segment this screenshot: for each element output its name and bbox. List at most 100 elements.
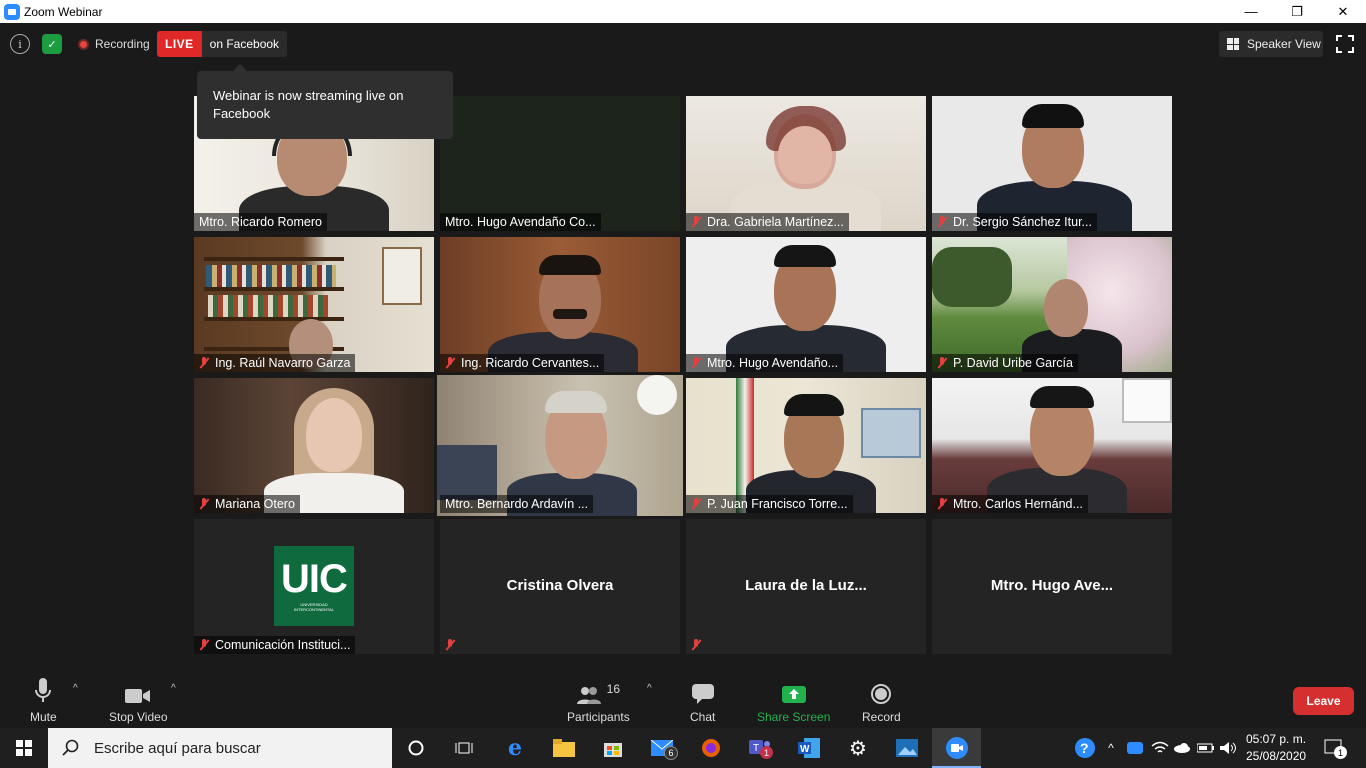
window-title: Zoom Webinar bbox=[24, 4, 103, 19]
video-tile[interactable]: UIC UNIVERSIDAD INTERCONTINENTAL Comunic… bbox=[194, 519, 434, 654]
record-icon bbox=[871, 684, 892, 704]
participant-name: Mtro. Ricardo Romero bbox=[194, 213, 327, 231]
windows-taskbar: Escribe aquí para buscar e 6 T 1 W ⚙ ? ^… bbox=[0, 728, 1366, 768]
participants-label: Participants bbox=[567, 710, 630, 724]
taskbar-search-box[interactable]: Escribe aquí para buscar bbox=[48, 728, 392, 768]
help-icon[interactable]: ? bbox=[1073, 736, 1097, 760]
svg-text:?: ? bbox=[1080, 740, 1089, 756]
search-placeholder: Escribe aquí para buscar bbox=[94, 739, 261, 757]
uic-logo: UIC UNIVERSIDAD INTERCONTINENTAL bbox=[274, 546, 354, 626]
windows-start-icon[interactable] bbox=[12, 736, 36, 760]
video-tile[interactable]: Cristina Olvera bbox=[440, 519, 680, 654]
recording-label: Recording bbox=[95, 37, 150, 51]
video-options-caret[interactable]: ^ bbox=[171, 683, 176, 694]
meeting-area: i ✓ Recording LIVE on Facebook Speaker V… bbox=[0, 23, 1366, 728]
zoom-taskbar-button[interactable] bbox=[932, 728, 981, 768]
chat-label: Chat bbox=[690, 710, 716, 724]
mute-button[interactable]: Mute bbox=[30, 678, 57, 724]
battery-icon[interactable] bbox=[1194, 736, 1218, 760]
participants-button[interactable]: 16 Participants bbox=[567, 678, 630, 724]
settings-gear-icon[interactable]: ⚙ bbox=[846, 736, 870, 760]
zoom-tray-icon[interactable] bbox=[1123, 736, 1147, 760]
video-tile[interactable]: P. David Uribe García bbox=[932, 237, 1172, 372]
participant-name: P. Juan Francisco Torre... bbox=[686, 495, 853, 513]
record-label: Record bbox=[862, 710, 901, 724]
video-tile[interactable]: Dra. Gabriela Martínez... bbox=[686, 96, 926, 231]
leave-button[interactable]: Leave bbox=[1293, 687, 1354, 715]
participants-options-caret[interactable]: ^ bbox=[647, 683, 652, 694]
microsoft-store-icon[interactable] bbox=[601, 736, 625, 760]
task-view-icon[interactable] bbox=[452, 736, 476, 760]
edge-browser-icon[interactable]: e bbox=[503, 735, 527, 761]
participants-icon bbox=[576, 687, 601, 704]
streaming-tooltip: Webinar is now streaming live on Faceboo… bbox=[197, 64, 453, 139]
live-badge: LIVE bbox=[157, 31, 202, 57]
file-explorer-icon[interactable] bbox=[552, 736, 576, 760]
audio-options-caret[interactable]: ^ bbox=[73, 683, 78, 694]
meeting-top-bar: i ✓ Recording LIVE on Facebook Speaker V… bbox=[0, 23, 1366, 65]
video-tile-active-speaker[interactable]: Mtro. Bernardo Ardavín ... bbox=[437, 375, 683, 516]
notifications-icon[interactable]: 1 bbox=[1322, 736, 1347, 760]
participant-name: Ing. Ricardo Cervantes... bbox=[440, 354, 605, 372]
video-tile[interactable]: Mariana Otero bbox=[194, 378, 434, 513]
chat-button[interactable]: Chat bbox=[690, 678, 715, 724]
live-streaming-indicator[interactable]: LIVE on Facebook bbox=[157, 31, 288, 57]
streaming-tooltip-text: Webinar is now streaming live on Faceboo… bbox=[213, 88, 404, 121]
participant-center-name: Laura de la Luz... bbox=[745, 577, 867, 594]
firefox-icon[interactable] bbox=[699, 736, 723, 760]
recording-indicator[interactable]: Recording bbox=[78, 33, 150, 55]
participants-count: 16 bbox=[606, 682, 621, 696]
wifi-icon[interactable] bbox=[1148, 736, 1172, 760]
share-screen-button[interactable]: Share Screen bbox=[757, 678, 830, 724]
cortana-icon[interactable] bbox=[404, 736, 428, 760]
participant-name bbox=[440, 636, 466, 654]
video-tile[interactable]: P. Juan Francisco Torre... bbox=[686, 378, 926, 513]
security-shield-icon[interactable]: ✓ bbox=[42, 34, 62, 54]
restore-button[interactable]: ❐ bbox=[1274, 0, 1320, 23]
mic-muted-icon bbox=[445, 357, 455, 369]
clock-time: 05:07 p. m. bbox=[1246, 732, 1307, 746]
microphone-icon bbox=[35, 678, 52, 702]
speaker-view-button[interactable]: Speaker View bbox=[1219, 31, 1323, 57]
stop-video-label: Stop Video bbox=[109, 710, 168, 724]
video-tile[interactable]: Dr. Sergio Sánchez Itur... bbox=[932, 96, 1172, 231]
participant-name: Mtro. Hugo Avendaño... bbox=[686, 354, 844, 372]
participant-name bbox=[686, 636, 712, 654]
close-button[interactable]: ✕ bbox=[1320, 0, 1366, 23]
volume-speaker-icon[interactable] bbox=[1217, 736, 1241, 760]
mail-badge: 6 bbox=[664, 746, 678, 760]
video-tile[interactable]: Mtro. Hugo Avendaño Co... bbox=[440, 96, 680, 231]
teams-icon[interactable]: T 1 bbox=[748, 736, 773, 760]
mail-icon[interactable]: 6 bbox=[650, 736, 678, 760]
video-tile[interactable]: Ing. Ricardo Cervantes... bbox=[440, 237, 680, 372]
fullscreen-icon[interactable] bbox=[1336, 35, 1354, 53]
photos-icon[interactable] bbox=[895, 736, 919, 760]
speaker-view-label: Speaker View bbox=[1247, 37, 1321, 51]
video-tile[interactable]: Laura de la Luz... bbox=[686, 519, 926, 654]
taskbar-clock[interactable]: 05:07 p. m. 25/08/2020 bbox=[1246, 731, 1306, 765]
participant-name: Comunicación Instituci... bbox=[194, 636, 356, 654]
svg-text:W: W bbox=[800, 744, 810, 755]
participant-name: Mtro. Hugo Avendaño Co... bbox=[440, 213, 601, 231]
share-screen-label: Share Screen bbox=[757, 710, 831, 724]
video-tile[interactable]: Mtro. Hugo Avendaño... bbox=[686, 237, 926, 372]
teams-badge: 1 bbox=[760, 746, 773, 759]
show-hidden-icons-chevron-icon[interactable]: ^ bbox=[1099, 736, 1123, 760]
share-screen-icon bbox=[781, 686, 806, 703]
mic-muted-icon bbox=[199, 498, 209, 510]
onedrive-cloud-icon[interactable] bbox=[1170, 736, 1194, 760]
record-button[interactable]: Record bbox=[862, 678, 901, 724]
stop-video-button[interactable]: Stop Video bbox=[109, 678, 168, 724]
minimize-button[interactable]: — bbox=[1228, 0, 1274, 23]
video-tile[interactable]: Mtro. Carlos Hernánd... bbox=[932, 378, 1172, 513]
video-tile[interactable]: Mtro. Hugo Ave... bbox=[932, 519, 1172, 654]
mute-label: Mute bbox=[30, 710, 57, 724]
info-icon[interactable]: i bbox=[10, 34, 30, 54]
mic-muted-icon bbox=[937, 216, 947, 228]
mic-muted-icon bbox=[199, 357, 209, 369]
participant-center-name: Mtro. Hugo Ave... bbox=[990, 577, 1114, 594]
video-tile[interactable]: Ing. Raúl Navarro Garza bbox=[194, 237, 434, 372]
participant-name: Ing. Raúl Navarro Garza bbox=[194, 354, 356, 372]
grid-icon bbox=[1227, 38, 1239, 50]
word-icon[interactable]: W bbox=[797, 736, 821, 760]
